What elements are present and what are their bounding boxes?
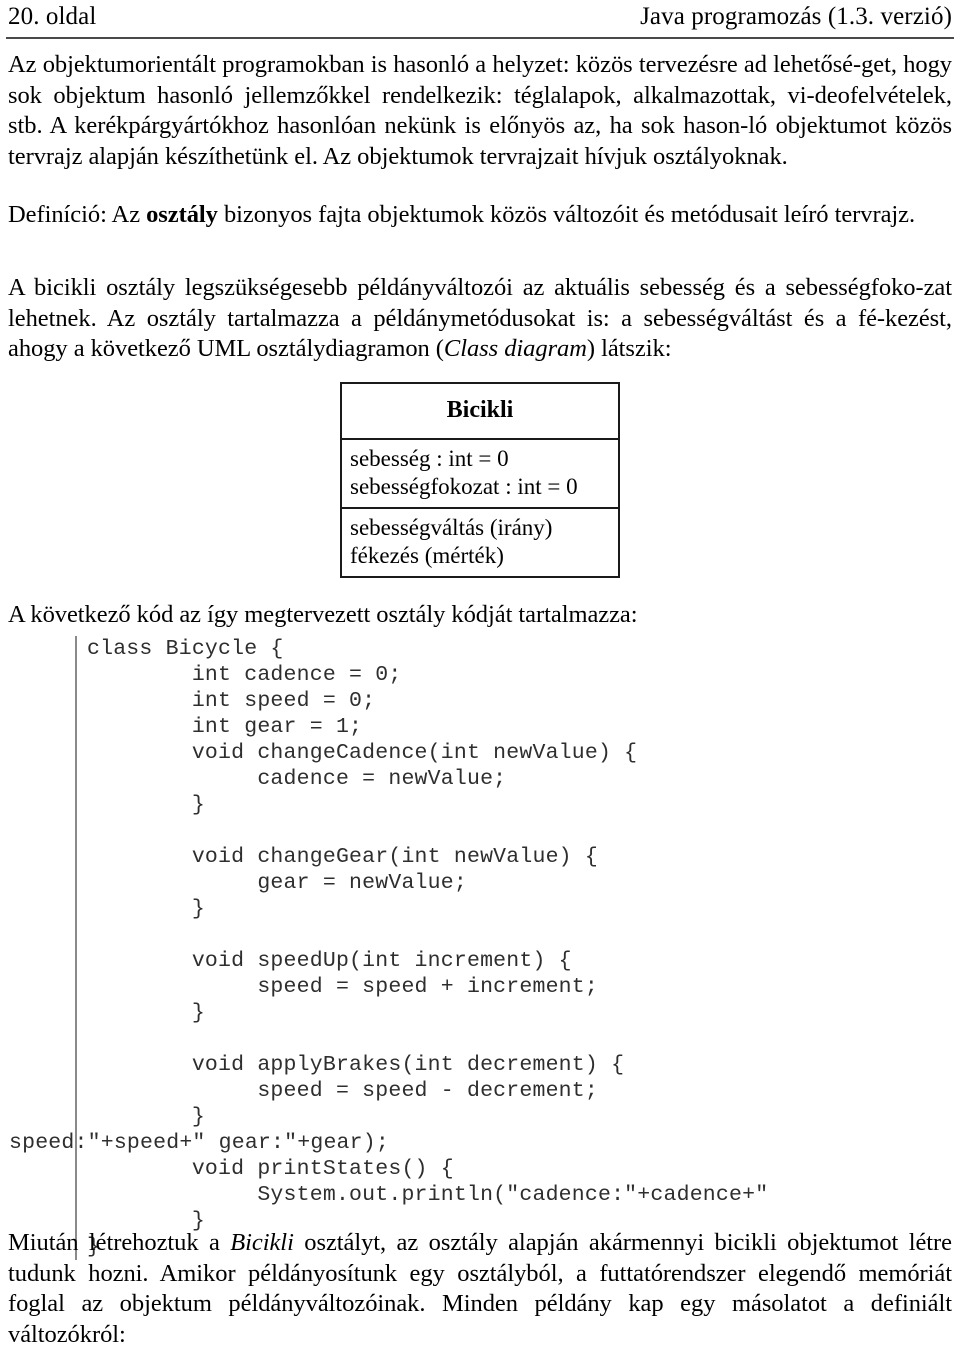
uml-class-box: Bicikli sebesség : int = 0 sebességfokoz…	[340, 382, 620, 578]
paragraph-definition: Definíció: Az osztály bizonyos fajta obj…	[8, 200, 952, 231]
uml-operation: fékezés (mérték)	[350, 543, 504, 568]
uml-operations-compartment: sebességváltás (irány) fékezés (mérték)	[342, 509, 618, 576]
closing-prefix-text: Miután létrehoztuk a	[8, 1229, 231, 1256]
bicikli-suffix-text: ) látszik:	[586, 335, 672, 362]
paragraph-bicikli-description: A bicikli osztály legszükségesebb példán…	[8, 273, 952, 365]
code-listing-wrapped-line: speed:"+speed+" gear:"+gear);	[9, 1131, 389, 1155]
header-divider	[6, 37, 954, 39]
paragraph-code-lead: A következő kód az így megtervezett oszt…	[8, 601, 638, 628]
page-header: 20. oldal Java programozás (1.3. verzió)	[8, 2, 952, 32]
definition-suffix-text: bizonyos fajta objektumok közös változói…	[217, 201, 916, 228]
uml-class-diagram: Bicikli sebesség : int = 0 sebességfokoz…	[340, 382, 620, 578]
uml-attribute: sebesség : int = 0	[350, 446, 509, 471]
uml-attribute: sebességfokozat : int = 0	[350, 474, 578, 499]
uml-class-name: Bicikli	[342, 384, 618, 440]
definition-term: osztály	[146, 201, 218, 228]
code-block: class Bicycle { int cadence = 0; int spe…	[9, 636, 947, 1260]
paragraph-closing: Miután létrehoztuk a Bicikli osztályt, a…	[8, 1228, 952, 1350]
uml-attributes-compartment: sebesség : int = 0 sebességfokozat : int…	[342, 440, 618, 509]
definition-prefix-text: Definíció: Az	[8, 201, 147, 228]
book-title-label: Java programozás (1.3. verzió)	[640, 3, 952, 30]
class-diagram-term: Class diagram	[443, 335, 587, 362]
code-listing-main: class Bicycle { int cadence = 0; int spe…	[87, 637, 769, 1207]
closing-class-name: Bicikli	[230, 1229, 294, 1256]
uml-operation: sebességváltás (irány)	[350, 515, 553, 540]
document-page: 20. oldal Java programozás (1.3. verzió)…	[0, 0, 960, 1348]
page-number-label: 20. oldal	[8, 3, 97, 30]
paragraph-intro: Az objektumorientált programokban is has…	[8, 51, 952, 170]
